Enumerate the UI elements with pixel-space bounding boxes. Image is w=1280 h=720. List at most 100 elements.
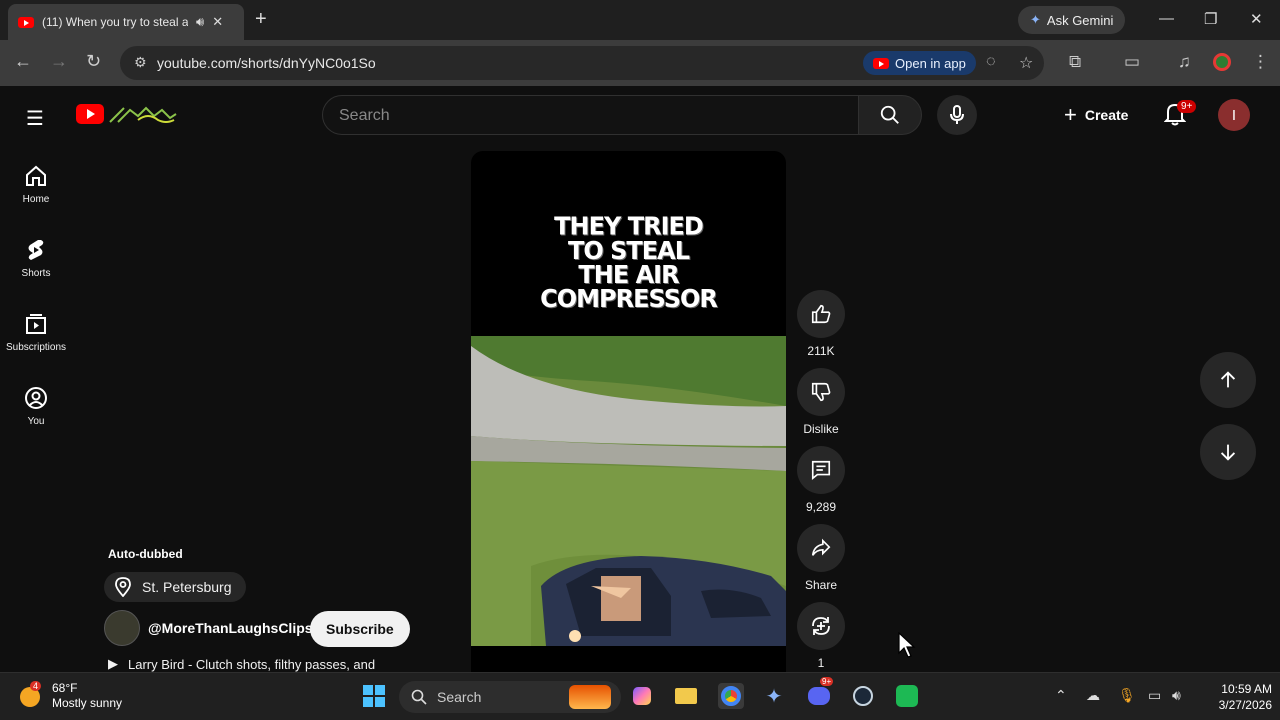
reload-button[interactable]: ↻ [86,51,101,72]
youtube-logo-icon[interactable] [76,104,104,124]
create-button[interactable]: + Create [1052,95,1140,135]
minimize-button[interactable]: — [1159,10,1174,27]
network-icon[interactable]: ▭ [1148,687,1161,704]
restore-button[interactable]: ❐ [1204,10,1217,28]
ask-gemini-button[interactable]: ✦ Ask Gemini [1018,6,1126,34]
forward-button[interactable]: → [50,51,68,72]
bookmark-star-icon[interactable]: ☆ [1019,53,1033,73]
taskbar-search[interactable]: Search [399,681,621,713]
dislike-label: Dislike [803,422,839,436]
gemini-app-icon[interactable]: ✦ [761,683,787,709]
chrome-app-icon[interactable] [718,683,744,709]
account-avatar[interactable]: I [1218,99,1250,131]
eye-off-icon[interactable]: ◌ [986,53,996,71]
dislike-action[interactable]: Dislike [797,368,845,436]
file-explorer-icon[interactable] [673,683,699,709]
location-chip[interactable]: St. Petersburg [104,572,246,602]
location-pin-icon [115,577,131,597]
share-button[interactable] [797,524,845,572]
previous-short-button[interactable] [1200,352,1256,408]
onedrive-icon[interactable]: ☁ [1086,687,1100,704]
thumbs-up-icon [811,304,831,324]
sidebar-label-home: Home [22,194,50,205]
sidebar-label-subscriptions: Subscriptions [5,342,67,353]
sidebar-item-shorts[interactable]: Shorts [0,238,72,279]
open-in-app-label: Open in app [895,55,966,71]
hamburger-menu-icon[interactable]: ☰ [26,106,44,131]
open-in-app-button[interactable]: Open in app [863,51,976,75]
speaker-icon[interactable]: 🔊︎ [196,14,204,30]
music-track[interactable]: ▶ Larry Bird - Clutch shots, filthy pass… [108,656,375,672]
comments-button[interactable] [797,446,845,494]
create-label: Create [1084,107,1129,123]
notification-badge: 9+ [1177,100,1197,113]
cast-icon[interactable]: ▭ [1124,52,1140,72]
channel-name[interactable]: @MoreThanLaughsClips [148,620,313,636]
search-icon [411,689,427,705]
browser-toolbar: ← → ↻ ⚙ youtube.com/shorts/dnYyNC0o1So O… [0,40,1280,86]
sidebar-item-home[interactable]: Home [0,164,72,205]
extensions-icon[interactable]: ⧉ [1069,52,1081,72]
remix-action[interactable]: 1 [797,602,845,670]
discord-app-icon[interactable]: 9+ [806,677,834,709]
voice-search-button[interactable] [937,95,977,135]
address-bar[interactable]: ⚙ youtube.com/shorts/dnYyNC0o1So Open in… [120,46,1044,80]
clock-date: 3/27/2026 [1218,698,1272,712]
share-label: Share [804,578,838,592]
arrow-down-icon [1220,444,1236,461]
copilot-app-icon[interactable] [629,683,655,709]
remix-button[interactable] [797,602,845,650]
show-hidden-icons-chevron-icon[interactable]: ⌃ [1055,687,1067,704]
sidebar-label-you: You [27,416,45,427]
weather-badge: 4 [30,681,42,691]
next-short-button[interactable] [1200,424,1256,480]
chrome-menu-icon[interactable]: ⋮ [1252,52,1269,72]
discord-badge: 9+ [820,677,834,686]
share-action[interactable]: Share [797,524,845,592]
plus-icon: + [1064,102,1077,127]
home-icon [26,165,46,186]
youtube-favicon-icon [18,16,34,28]
windows-logo-icon [363,685,385,707]
profile-icon[interactable] [1213,53,1231,71]
browser-tab[interactable]: (11) When you try to steal a 🔊︎ ✕ [8,4,244,40]
like-button[interactable] [797,290,845,338]
search-input[interactable]: Search [322,95,860,135]
search-button[interactable] [858,95,922,135]
shorts-icon [28,240,44,260]
weather-condition: Mostly sunny [52,696,123,710]
youtube-page: ☰ Search + Create 9+ I Home Shorts Subsc… [0,86,1280,672]
sidebar-item-subscriptions[interactable]: Subscriptions [0,312,72,353]
dislike-button[interactable] [797,368,845,416]
volume-icon[interactable]: 🔊︎ [1172,687,1181,704]
mouse-cursor-icon [898,632,916,658]
system-clock[interactable]: 10:59 AM 3/27/2026 [1196,681,1272,713]
comment-count: 9,289 [805,500,837,514]
weather-widget[interactable]: 4 68°F Mostly sunny [18,681,122,711]
share-icon [811,538,831,556]
steam-app-icon[interactable] [850,683,876,709]
media-controls-icon[interactable]: ♫ [1178,52,1191,72]
music-track-label: Larry Bird - Clutch shots, filthy passes… [128,656,376,672]
thumbs-down-icon [811,382,831,402]
windows-start-button[interactable] [361,683,387,709]
like-action[interactable]: 211K [797,290,845,358]
microphone-icon[interactable]: 🎙︎ [1118,687,1136,704]
short-video-player[interactable]: THEY TRIED TO STEAL THE AIR COMPRESSOR [471,151,786,672]
doodle-logo-icon[interactable] [108,102,178,126]
green-app-icon[interactable] [894,683,920,709]
site-info-icon[interactable]: ⚙ [134,54,147,71]
like-count: 211K [807,344,835,358]
youtube-app-icon [873,57,889,69]
remix-icon [812,617,830,635]
subscribe-button[interactable]: Subscribe [310,611,410,647]
close-window-button[interactable]: ✕ [1250,10,1263,28]
channel-avatar[interactable] [104,610,140,646]
back-button[interactable]: ← [14,51,32,72]
url-text[interactable]: youtube.com/shorts/dnYyNC0o1So [157,55,376,71]
tab-close-icon[interactable]: ✕ [212,14,223,30]
comments-action[interactable]: 9,289 [797,446,845,514]
weather-sun-icon: 4 [18,681,44,709]
new-tab-button[interactable]: + [255,8,267,31]
sidebar-item-you[interactable]: You [0,386,72,427]
